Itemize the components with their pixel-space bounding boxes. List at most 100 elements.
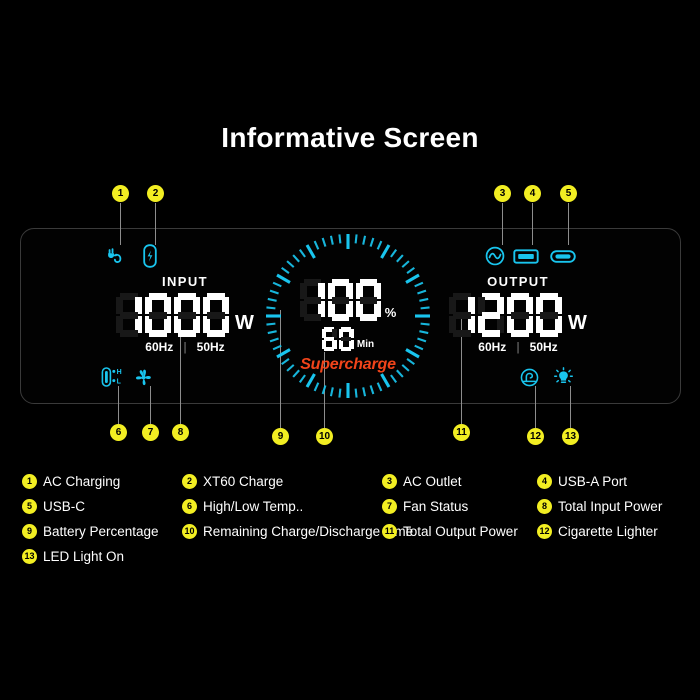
supercharge-status: Supercharge — [300, 356, 396, 373]
legend-badge-4: 4 — [537, 474, 552, 489]
legend-badge-9: 9 — [22, 524, 37, 539]
legend-item-12[interactable]: 12 Cigarette Lighter — [537, 524, 682, 539]
legend-badge-1: 1 — [22, 474, 37, 489]
legend-badge-13: 13 — [22, 549, 37, 564]
callout-badge-7: 7 — [142, 424, 159, 441]
ac-outlet-sine-icon[interactable] — [484, 245, 506, 267]
time-unit-label: Min — [356, 339, 375, 350]
usb-c-port-icon[interactable] — [550, 250, 576, 263]
callout-badge-8: 8 — [172, 424, 189, 441]
legend-label: High/Low Temp.. — [203, 499, 304, 514]
fan-icon[interactable] — [134, 368, 153, 387]
callout-badge-11: 11 — [453, 424, 470, 441]
input-freq-60: 60Hz — [145, 340, 174, 354]
legend-badge-11: 11 — [382, 524, 397, 539]
legend-item-7[interactable]: 7 Fan Status — [382, 499, 537, 514]
page-title: Informative Screen — [221, 122, 479, 153]
legend-label: Battery Percentage — [43, 524, 159, 539]
legend-badge-10: 10 — [182, 524, 197, 539]
callout-badge-9: 9 — [272, 428, 289, 445]
legend-list: 1 AC Charging 2 XT60 Charge 3 AC Outlet 4 USB-A… — [22, 474, 682, 574]
callout-badge-4: 4 — [524, 185, 541, 202]
ac-plug-icon[interactable] — [105, 245, 127, 267]
callout-badge-5: 5 — [560, 185, 577, 202]
legend-label: Total Output Power — [403, 524, 518, 539]
legend-badge-6: 6 — [182, 499, 197, 514]
xt60-battery-bolt-icon[interactable] — [142, 243, 158, 269]
legend-item-1[interactable]: 1 AC Charging — [22, 474, 182, 489]
callout-lead-line — [532, 203, 533, 245]
legend-label: LED Light On — [43, 549, 125, 564]
input-readout: INPUT W 60Hz | 50Hz — [110, 274, 260, 354]
output-freq-50: 50Hz — [529, 340, 558, 354]
legend-badge-3: 3 — [382, 474, 397, 489]
legend-label: USB-A Port — [558, 474, 628, 489]
input-unit: W — [235, 312, 254, 334]
legend-row: 13 LED Light On — [22, 549, 682, 564]
output-value-digits — [449, 293, 563, 337]
legend-label: Fan Status — [403, 499, 469, 514]
output-label: OUTPUT — [487, 274, 549, 289]
legend-label: Cigarette Lighter — [558, 524, 658, 539]
callout-badge-1: 1 — [112, 185, 129, 202]
battery-center-readout: % Min Supercharge — [263, 231, 433, 401]
legend-item-4[interactable]: 4 USB-A Port — [537, 474, 682, 489]
legend-item-13[interactable]: 13 LED Light On — [22, 549, 182, 564]
legend-row: 1 AC Charging 2 XT60 Charge 3 AC Outlet 4 USB-A… — [22, 474, 682, 489]
legend-item-3[interactable]: 3 AC Outlet — [382, 474, 537, 489]
battery-percent-row: % — [299, 279, 397, 321]
callout-lead-line — [150, 386, 151, 424]
callout-lead-line — [570, 386, 571, 428]
remaining-time-row: Min — [321, 327, 375, 351]
output-freq-60: 60Hz — [478, 340, 507, 354]
usb-a-port-icon[interactable] — [513, 249, 539, 264]
output-frequency-row: 60Hz | 50Hz — [478, 340, 558, 354]
legend-item-9[interactable]: 9 Battery Percentage — [22, 524, 182, 539]
legend-badge-8: 8 — [537, 499, 552, 514]
legend-badge-12: 12 — [537, 524, 552, 539]
output-readout: OUTPUT W 60Hz | 50Hz — [443, 274, 593, 354]
callout-lead-line — [568, 203, 569, 245]
legend-item-11[interactable]: 11 Total Output Power — [382, 524, 537, 539]
callout-badge-13: 13 — [562, 428, 579, 445]
callout-badge-6: 6 — [110, 424, 127, 441]
legend-label: AC Outlet — [403, 474, 462, 489]
callout-lead-line — [535, 386, 536, 428]
informative-screen-infographic: Informative Screen 1 2 3 4 5 6 7 8 9 10 11 12 13 — [0, 0, 700, 700]
battery-percent-digits — [299, 279, 381, 321]
legend-label: AC Charging — [43, 474, 121, 489]
legend-label: Total Input Power — [558, 499, 663, 514]
callout-badge-10: 10 — [316, 428, 333, 445]
legend-label: USB-C — [43, 499, 86, 514]
input-frequency-row: 60Hz | 50Hz — [145, 340, 225, 354]
legend-item-2[interactable]: 2 XT60 Charge — [182, 474, 382, 489]
legend-badge-2: 2 — [182, 474, 197, 489]
input-freq-50: 50Hz — [196, 340, 225, 354]
thermometer-high-low-icon[interactable]: H L — [100, 366, 130, 388]
legend-badge-5: 5 — [22, 499, 37, 514]
output-unit: W — [568, 312, 587, 334]
percent-symbol: % — [384, 305, 397, 320]
legend-row: 5 USB-C 6 High/Low Temp.. 7 Fan Status 8 Total … — [22, 499, 682, 514]
input-value-digits — [116, 293, 230, 337]
legend-label: XT60 Charge — [203, 474, 284, 489]
input-label: INPUT — [162, 274, 208, 289]
callout-badge-12: 12 — [527, 428, 544, 445]
callout-badge-3: 3 — [494, 185, 511, 202]
legend-item-10[interactable]: 10 Remaining Charge/Discharge Time — [182, 524, 413, 539]
callout-lead-line — [120, 203, 121, 245]
callout-lead-line — [118, 386, 119, 424]
svg-text:H: H — [117, 369, 122, 376]
legend-badge-7: 7 — [382, 499, 397, 514]
legend-row: 9 Battery Percentage 10 Remaining Charge/Di… — [22, 524, 682, 539]
legend-item-8[interactable]: 8 Total Input Power — [537, 499, 682, 514]
callout-badge-2: 2 — [147, 185, 164, 202]
callout-lead-line — [155, 203, 156, 245]
svg-text:L: L — [117, 378, 122, 385]
remaining-time-digits — [321, 327, 354, 351]
led-bulb-icon[interactable] — [553, 366, 574, 388]
callout-lead-line — [502, 203, 503, 245]
cigarette-lighter-icon[interactable] — [519, 367, 540, 388]
legend-item-6[interactable]: 6 High/Low Temp.. — [182, 499, 382, 514]
legend-item-5[interactable]: 5 USB-C — [22, 499, 182, 514]
